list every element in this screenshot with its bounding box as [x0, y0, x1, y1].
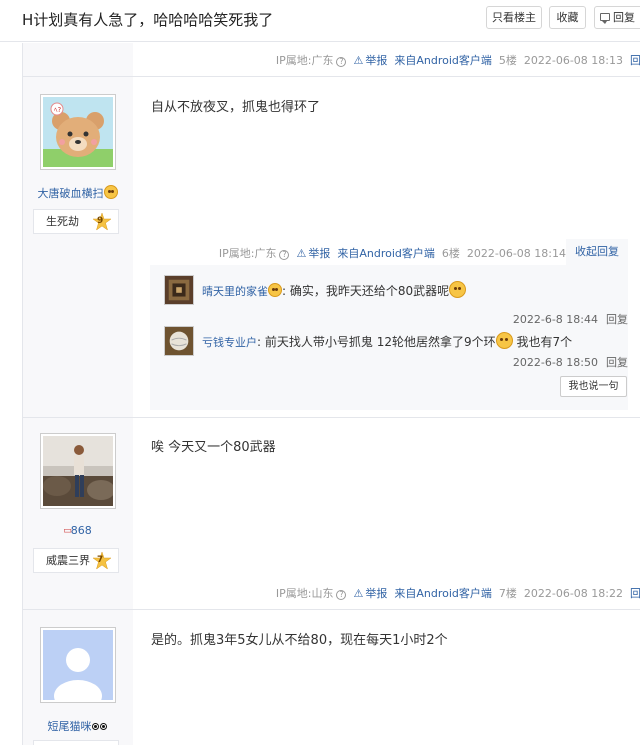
smile-emoji-icon	[103, 185, 118, 199]
level-number: 7	[97, 555, 104, 565]
ip-location: IP属地:山东	[275, 587, 334, 600]
post-list: IP属地:广东? ⚠ 举报 来自Android客户端 5楼 2022-06-08 18:1…	[22, 43, 640, 745]
left-border	[22, 43, 23, 745]
sub-reply-content-2: 我也有7个	[516, 335, 573, 349]
warning-icon: ⚠	[353, 54, 364, 67]
eyes-emoji-icon	[99, 723, 107, 730]
flag-icon: ▭	[63, 526, 71, 536]
user-avatar[interactable]	[40, 627, 116, 712]
only-op-button[interactable]: 只看楼主	[486, 6, 542, 29]
sub-reply-avatar-icon[interactable]	[164, 275, 194, 305]
ip-location: IP属地:广东	[275, 54, 334, 67]
sub-reply-meta: 2022-6-8 18:50 回复	[513, 354, 628, 370]
level-title: 生死劫	[46, 215, 79, 228]
reply-button[interactable]: 回复	[594, 6, 640, 29]
ip-location: IP属地:广东	[218, 247, 277, 260]
help-icon[interactable]: ?	[336, 57, 347, 67]
report-link[interactable]: 举报	[308, 247, 330, 260]
username[interactable]: 短尾猫咪	[22, 718, 133, 734]
sub-reply-time: 2022-6-8 18:50	[512, 356, 598, 369]
sub-reply-username[interactable]: 亏钱专业户	[202, 336, 257, 349]
post-content: 是的。抓鬼3年5女儿从不给80，现在每天1小时2个	[151, 633, 448, 648]
post-tail: IP属地:广东? ⚠ 举报 来自Android客户端 5楼 2022-06-08 18:1…	[276, 52, 640, 68]
sweat-emoji-icon	[495, 332, 513, 349]
user-level[interactable]: 生死劫 9	[33, 209, 119, 234]
level-title: 威震三界	[46, 554, 90, 567]
post-divider	[22, 417, 640, 418]
sub-reply-avatar-icon[interactable]	[164, 326, 194, 356]
user-avatar[interactable]	[40, 433, 116, 509]
sub-reply-sep: :	[282, 284, 287, 298]
reply-button-label: 回复	[613, 11, 635, 24]
help-icon[interactable]: ?	[336, 590, 347, 600]
username-text: 短尾猫咪	[47, 720, 92, 733]
smile-emoji-icon	[268, 283, 282, 297]
sub-reply-username[interactable]: 晴天里的家雀	[202, 285, 268, 298]
sub-reply-sep: :	[257, 335, 262, 349]
post-time: 2022-06-08 18:13	[523, 54, 623, 67]
floor-number: 5楼	[498, 54, 517, 67]
report-link[interactable]: 举报	[365, 54, 387, 67]
comment-icon	[600, 13, 610, 24]
sub-reply-meta: 2022-6-8 18:44 回复	[513, 311, 628, 327]
post-tail: IP属地:广东? ⚠ 举报 来自Android客户端 6楼 2022-06-08 18:1…	[219, 245, 566, 261]
sub-reply-reply-link[interactable]: 回复	[606, 356, 628, 369]
client-link[interactable]: 来自Android客户端	[394, 587, 492, 600]
eyes-emoji-icon	[91, 723, 99, 730]
post-divider	[22, 76, 640, 77]
reply-link[interactable]: 回复	[630, 587, 640, 600]
post-tail: IP属地:山东? ⚠ 举报 来自Android客户端 7楼 2022-06-08 18:2…	[276, 585, 640, 601]
user-avatar[interactable]: ﾍ?	[40, 94, 116, 170]
favorite-button[interactable]: 收藏	[549, 6, 586, 29]
sub-reply-reply-link[interactable]: 回复	[606, 313, 628, 326]
bear-avatar-icon: ﾍ?	[43, 97, 113, 167]
post-divider	[22, 609, 640, 610]
post-time: 2022-06-08 18:14	[466, 247, 566, 260]
default-avatar-icon	[43, 630, 113, 712]
photo-avatar-icon	[43, 436, 115, 506]
reply-link[interactable]: 回复	[630, 54, 640, 67]
report-link[interactable]: 举报	[365, 587, 387, 600]
post-content: 自从不放夜叉，抓鬼也得环了	[151, 100, 321, 115]
thread-header: H计划真有人急了，哈哈哈哈笑死我了 只看楼主 收藏 回复	[0, 0, 640, 42]
thread-title: H计划真有人急了，哈哈哈哈笑死我了	[22, 11, 274, 29]
username-text: 大唐破血横扫	[37, 187, 104, 200]
sub-reply-box: 晴天里的家雀: 确实，我昨天还给个80武器呢 2022-6-8 18:44 回复 …	[150, 265, 628, 410]
sub-reply-text: 亏钱专业户: 前天找人带小号抓鬼 12轮他居然拿了9个环 我也有7个	[202, 332, 572, 350]
username-text: 868	[70, 524, 92, 537]
help-icon[interactable]: ?	[279, 250, 290, 260]
surprised-emoji-icon	[449, 281, 467, 298]
client-link[interactable]: 来自Android客户端	[337, 247, 435, 260]
sub-reply-text: 晴天里的家雀: 确实，我昨天还给个80武器呢	[202, 281, 467, 299]
user-level[interactable]: 威震三界 7	[33, 548, 119, 573]
sub-reply-item: 晴天里的家雀: 确实，我昨天还给个80武器呢 2022-6-8 18:44 回复	[164, 275, 628, 327]
warning-icon: ⚠	[353, 587, 364, 600]
username[interactable]: ▭868	[22, 524, 133, 537]
post-content: 唉 今天又一个80武器	[151, 440, 276, 455]
sub-reply-time: 2022-6-8 18:44	[512, 313, 598, 326]
post-time: 2022-06-08 18:22	[523, 587, 623, 600]
client-link[interactable]: 来自Android客户端	[394, 54, 492, 67]
level-number: 9	[97, 216, 104, 226]
sub-reply-item: 亏钱专业户: 前天找人带小号抓鬼 12轮他居然拿了9个环 我也有7个 2022-…	[164, 326, 628, 370]
username[interactable]: 大唐破血横扫	[22, 185, 133, 201]
svg-text:ﾍ?: ﾍ?	[54, 106, 61, 114]
add-sub-reply-button[interactable]: 我也说一句	[560, 376, 627, 397]
floor-number: 6楼	[441, 247, 460, 260]
floor-number: 7楼	[498, 587, 517, 600]
collapse-replies-link[interactable]: 收起回复	[566, 239, 628, 265]
user-level[interactable]	[33, 740, 119, 745]
sub-reply-content: 前天找人带小号抓鬼 12轮他居然拿了9个环	[264, 335, 496, 349]
sub-reply-content: 确实，我昨天还给个80武器呢	[289, 284, 450, 298]
warning-icon: ⚠	[296, 247, 307, 260]
